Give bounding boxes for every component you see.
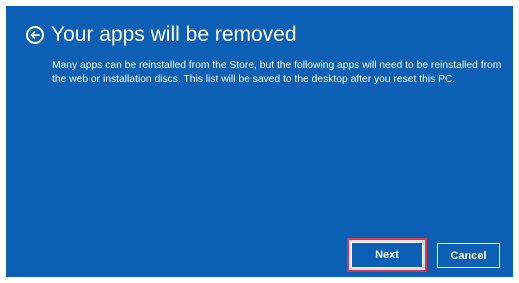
cancel-button[interactable]: Cancel	[437, 243, 500, 268]
back-arrow-icon[interactable]	[26, 26, 44, 44]
next-button[interactable]: Next	[351, 242, 423, 268]
description-text: Many apps can be reinstalled from the St…	[52, 60, 502, 85]
reset-pc-dialog: Your apps will be removed Many apps can …	[6, 6, 513, 277]
page-title: Your apps will be removed	[51, 23, 297, 46]
next-button-focus-outline: Next	[347, 238, 427, 272]
